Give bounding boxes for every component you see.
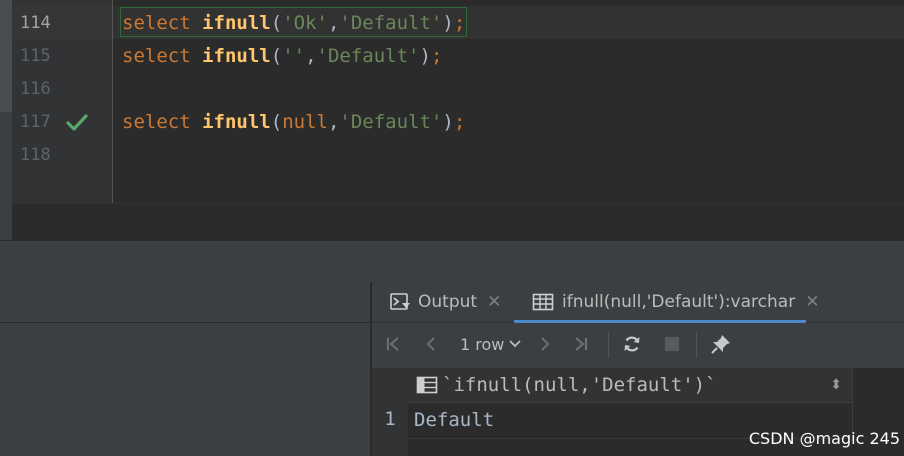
first-page-icon[interactable]	[380, 324, 406, 364]
toolbar-separator	[608, 332, 609, 358]
line-number: 116	[20, 79, 51, 99]
results-tab-bar: Output ✕ ifnull(null,'Default'):varchar …	[372, 282, 904, 323]
line-number: 118	[20, 145, 51, 165]
sql-string: 'Default'	[339, 111, 443, 133]
gutter-separator	[112, 0, 113, 203]
sql-string: ''	[282, 45, 306, 67]
sort-icon[interactable]: ⬍	[830, 377, 842, 393]
console-output-icon	[390, 293, 410, 310]
sql-keyword: select	[122, 12, 191, 34]
sql-function: ifnull	[202, 12, 271, 34]
pin-icon[interactable]	[708, 324, 734, 364]
prev-page-icon[interactable]	[418, 324, 444, 364]
panel-divider	[0, 322, 370, 323]
refresh-icon[interactable]	[620, 324, 644, 364]
rows-count-dropdown[interactable]: 1 row	[460, 324, 522, 364]
close-icon[interactable]: ✕	[805, 292, 819, 312]
tool-strip-thumb	[0, 0, 12, 112]
tab-query-result[interactable]: ifnull(null,'Default'):varchar ✕	[532, 282, 819, 322]
rows-count-label: 1 row	[460, 334, 505, 354]
code-line-114[interactable]: select ifnull('Ok','Default');	[122, 8, 465, 38]
chevron-down-icon	[509, 340, 522, 348]
left-tool-strip	[0, 0, 12, 240]
sql-function: ifnull	[202, 45, 271, 67]
toolbar-separator	[696, 332, 697, 358]
services-tree-panel[interactable]	[0, 282, 370, 456]
next-page-icon[interactable]	[532, 324, 558, 364]
grid-column-line	[852, 368, 853, 438]
column-header[interactable]: `ifnull(null,'Default')` ⬍	[408, 368, 852, 403]
sql-null-keyword: null	[282, 111, 328, 133]
panel-splitter[interactable]	[0, 240, 904, 283]
tab-result-label: ifnull(null,'Default'):varchar	[562, 292, 796, 312]
line-number: 115	[20, 46, 51, 66]
sql-keyword: select	[122, 111, 191, 133]
row-number: 1	[384, 408, 396, 430]
column-table-icon	[416, 376, 438, 394]
results-toolbar: 1 row	[372, 324, 904, 364]
stop-icon[interactable]	[660, 324, 684, 364]
last-page-icon[interactable]	[568, 324, 594, 364]
active-tab-indicator	[514, 320, 806, 323]
tab-output[interactable]: Output ✕	[390, 282, 501, 322]
sql-string: 'Ok'	[282, 12, 328, 34]
editor-empty-area[interactable]	[12, 203, 904, 241]
close-icon[interactable]: ✕	[487, 292, 501, 312]
sql-string: 'Default'	[339, 12, 443, 34]
table-icon	[532, 293, 554, 311]
column-header-label: `ifnull(null,'Default')`	[442, 374, 717, 396]
line-number: 117	[20, 112, 51, 132]
code-line-115[interactable]: select ifnull('','Default');	[122, 41, 442, 71]
checkmark-icon[interactable]	[66, 111, 88, 133]
sql-function: ifnull	[202, 111, 271, 133]
sql-string: 'Default'	[316, 45, 420, 67]
table-cell[interactable]: Default	[414, 404, 494, 436]
line-number: 114	[20, 13, 51, 33]
sql-keyword: select	[122, 45, 191, 67]
code-line-117[interactable]: select ifnull(null,'Default');	[122, 107, 465, 137]
tab-output-label: Output	[418, 292, 478, 312]
watermark: CSDN @magic 245	[748, 429, 900, 448]
code-editor[interactable]: 114 115 116 117 118 select ifnull('Ok','…	[0, 0, 904, 241]
